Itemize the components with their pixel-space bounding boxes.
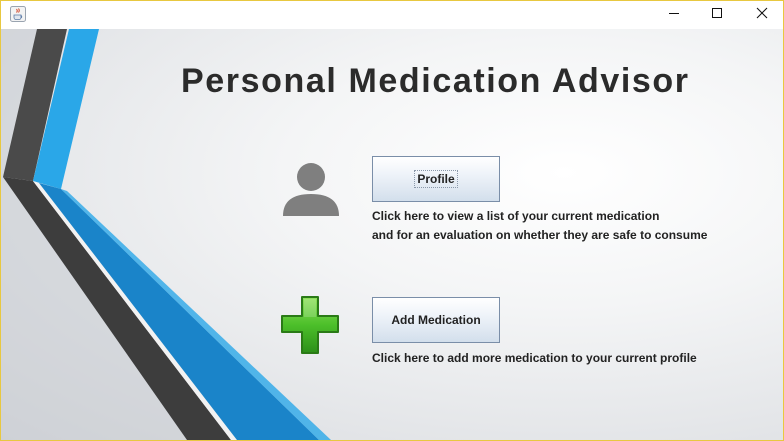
maximize-icon (711, 6, 723, 24)
main-panel: Personal Medication Advisor Profile Clic… (1, 29, 783, 440)
user-silhouette-icon (280, 160, 342, 223)
profile-description-line1: Click here to view a list of your curren… (372, 209, 660, 223)
close-icon (756, 6, 768, 24)
profile-description: Click here to view a list of your curren… (372, 207, 707, 245)
green-plus-icon (280, 295, 342, 360)
app-window: Personal Medication Advisor Profile Clic… (0, 0, 784, 441)
maximize-button[interactable] (694, 1, 740, 29)
profile-description-line2: and for an evaluation on whether they ar… (372, 228, 708, 242)
add-medication-button[interactable]: Add Medication (372, 297, 500, 343)
page-title: Personal Medication Advisor (181, 62, 690, 100)
close-button[interactable] (739, 1, 783, 29)
minimize-button[interactable] (651, 1, 697, 29)
add-medication-button-label: Add Medication (391, 313, 481, 327)
profile-button[interactable]: Profile (372, 156, 500, 202)
minimize-icon (668, 6, 680, 24)
java-coffee-cup-icon[interactable] (10, 6, 26, 22)
profile-button-label: Profile (414, 170, 458, 188)
add-medication-description: Click here to add more medication to you… (372, 351, 697, 365)
title-bar[interactable] (1, 1, 783, 29)
